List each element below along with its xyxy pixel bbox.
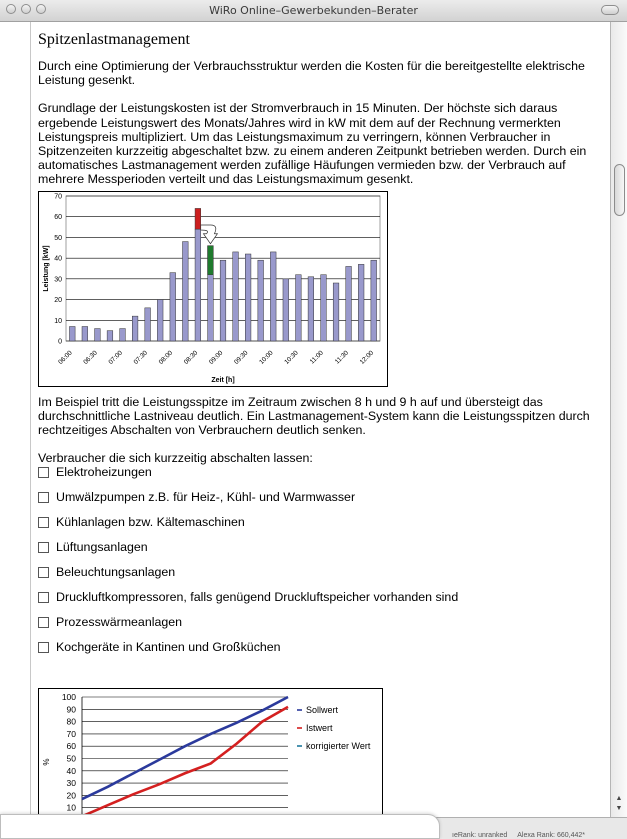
y-tick-label: 70 <box>67 729 77 739</box>
consumer-label: Umwälzpumpen z.B. für Heiz-, Kühl- und W… <box>56 490 356 505</box>
y-tick-label: 40 <box>54 255 62 262</box>
bar <box>219 259 227 341</box>
consumer-label: Elektroheizungen <box>56 465 152 480</box>
bar <box>295 274 302 341</box>
scroll-down-arrow-icon[interactable]: ▼ <box>611 804 627 814</box>
y-tick-label: 60 <box>67 741 77 751</box>
checkbox[interactable] <box>38 492 49 504</box>
checkbox[interactable] <box>38 517 49 529</box>
list-item[interactable]: Kühlanlagen bzw. Kältemaschinen <box>38 515 604 540</box>
setpoint-line-chart: 10 20 30 40 50 60 70 80 90 100% Sollwert Istwert kor… <box>38 688 383 814</box>
consumer-label: Lüftungsanlagen <box>56 540 148 555</box>
y-tick-label: 90 <box>67 704 77 714</box>
vertical-scrollbar[interactable]: ▲ ▼ <box>610 22 627 817</box>
y-tick-label: 30 <box>54 276 62 283</box>
window-titlebar: WiRo Online–Gewerbekunden–Berater <box>0 0 627 22</box>
consumer-label: Kochgeräte in Kantinen und Großküchen <box>56 640 281 655</box>
legend-label: Istwert <box>306 723 333 733</box>
y-tick-label: 10 <box>54 317 62 324</box>
bar <box>358 263 365 341</box>
consumer-label: Beleuchtungsanlagen <box>56 565 176 580</box>
checkbox[interactable] <box>38 567 49 579</box>
bar <box>257 259 264 341</box>
checkbox[interactable] <box>38 592 49 604</box>
bar <box>307 276 314 341</box>
status-ranks: ıeRank: unranked Alexa Rank: 660,442* <box>452 832 595 839</box>
bar <box>345 265 352 341</box>
example-paragraph: Im Beispiel tritt die Leistungsspitze im… <box>38 394 590 438</box>
page-heading: Spitzenlastmanagement <box>38 31 190 48</box>
shifted-load-segment <box>207 245 214 275</box>
bar <box>132 315 139 341</box>
bar <box>119 327 126 341</box>
list-intro: Verbraucher die sich kurzzeitig abschalt… <box>38 451 313 466</box>
list-item[interactable]: Beleuchtungsanlagen <box>38 565 604 590</box>
bar <box>69 325 76 341</box>
y-axis-title: Leistung [kW] <box>43 245 50 291</box>
y-tick-label: 50 <box>54 235 62 242</box>
consumer-checklist: Elektroheizungen Umwälzpumpen z.B. für H… <box>38 465 604 665</box>
x-axis-title: Zeit [h] <box>211 377 234 384</box>
bar <box>232 251 239 341</box>
bar <box>94 327 101 341</box>
bar <box>169 272 176 341</box>
load-bar-chart: 01020304050607006:00 06:30 07:00 07:30 08:00… <box>38 190 388 387</box>
list-item[interactable]: Umwälzpumpen z.B. für Heiz-, Kühl- und W… <box>38 490 604 515</box>
bar <box>81 325 88 341</box>
checkbox[interactable] <box>38 467 49 479</box>
y-tick-label: 50 <box>67 754 77 764</box>
toolbar-toggle-button[interactable] <box>601 5 619 15</box>
frame-divider <box>30 22 31 817</box>
y-tick-label: 20 <box>54 297 62 304</box>
bar <box>332 282 340 341</box>
checkbox[interactable] <box>38 542 49 554</box>
bar <box>106 330 114 341</box>
y-tick-label: 0 <box>58 338 62 345</box>
y-tick-label: 40 <box>67 766 77 776</box>
consumer-label: Druckluftkompressoren, falls genügend Dr… <box>56 590 459 605</box>
bar <box>245 253 252 341</box>
y-tick-label: 30 <box>67 778 77 788</box>
bar <box>320 274 327 341</box>
list-item[interactable]: Prozesswärmeanlagen <box>38 615 604 640</box>
y-tick-label: 70 <box>54 193 62 200</box>
bar <box>270 251 277 341</box>
list-item[interactable]: Elektroheizungen <box>38 465 604 490</box>
checkbox[interactable] <box>38 617 49 629</box>
bar <box>182 240 189 341</box>
y-tick-label: 100 <box>62 692 76 702</box>
y-axis-title: % <box>42 758 51 765</box>
basis-paragraph: Grundlage der Leistungskosten ist der St… <box>38 101 587 187</box>
peak-bar-segment <box>194 207 201 230</box>
list-item[interactable]: Druckluftkompressoren, falls genügend Dr… <box>38 590 604 615</box>
alexa-rank-text: Alexa Rank: 660,442* <box>517 832 585 839</box>
y-tick-label: 80 <box>67 717 77 727</box>
checkbox[interactable] <box>38 642 49 654</box>
window-title: WiRo Online–Gewerbekunden–Berater <box>209 4 418 17</box>
consumer-label: Prozesswärmeanlagen <box>56 615 183 630</box>
bar <box>194 228 201 341</box>
bar <box>370 259 377 341</box>
consumer-label: Kühlanlagen bzw. Kältemaschinen <box>56 515 245 530</box>
status-overlay-panel <box>0 814 440 839</box>
page-content: Spitzenlastmanagement Durch eine Optimie… <box>38 22 604 665</box>
bar <box>144 307 151 341</box>
legend-label: korrigierter Wert <box>306 741 371 751</box>
bar <box>157 298 164 341</box>
intro-paragraph: Durch eine Optimierung der Verbrauchsstr… <box>38 59 585 88</box>
y-tick-label: 10 <box>67 803 77 813</box>
y-tick-label: 20 <box>67 790 77 800</box>
y-tick-label: 60 <box>54 214 62 221</box>
left-frame <box>0 22 31 817</box>
pagerank-text: ıeRank: unranked <box>452 832 508 839</box>
scrollbar-thumb[interactable] <box>614 164 625 216</box>
scroll-up-arrow-icon[interactable]: ▲ <box>611 794 627 804</box>
list-item[interactable]: Kochgeräte in Kantinen und Großküchen <box>38 640 604 665</box>
bar <box>282 278 289 341</box>
list-item[interactable]: Lüftungsanlagen <box>38 540 604 565</box>
legend-label: Sollwert <box>306 705 339 715</box>
